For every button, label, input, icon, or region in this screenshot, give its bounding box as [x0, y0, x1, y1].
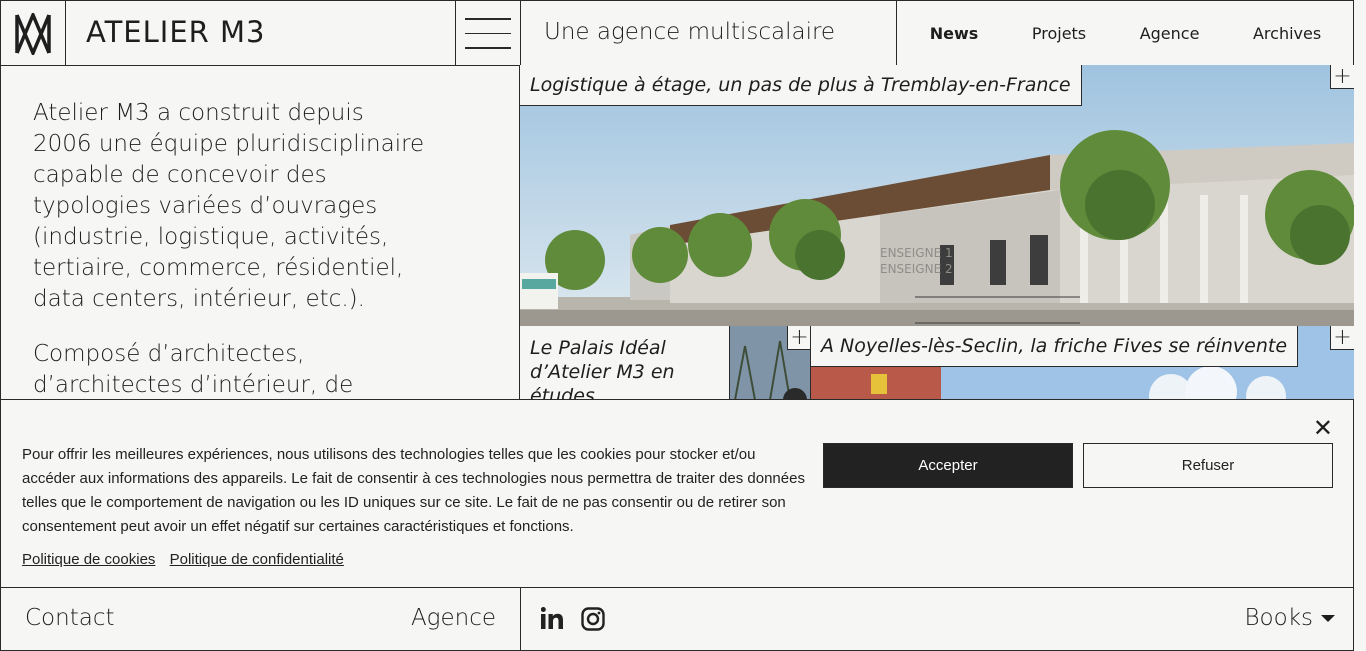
- site-footer: Contact Agence Books: [0, 587, 1354, 651]
- building-sign-1: ENSEIGNE 1: [880, 246, 953, 260]
- logo[interactable]: [1, 1, 66, 66]
- monogram-icon: [15, 12, 51, 55]
- social-links: [541, 607, 605, 631]
- menu-toggle-button[interactable]: [455, 1, 521, 66]
- footer-agence-link[interactable]: Agence: [411, 605, 496, 631]
- close-icon[interactable]: ✕: [1313, 414, 1333, 442]
- site-header: ATELIER M3 Une agence multiscalaire News…: [0, 0, 1354, 66]
- intro-paragraph: Atelier M3 a construit depuis 2006 une é…: [33, 100, 425, 312]
- tagline: Une agence multiscalaire: [544, 19, 836, 45]
- cookie-policy-link[interactable]: Politique de cookies: [22, 551, 155, 568]
- nav-news[interactable]: News: [930, 24, 979, 43]
- burger-line: [465, 32, 511, 35]
- cookie-consent-banner: ✕ Pour offrir les meilleures expériences…: [0, 399, 1354, 588]
- books-label: Books: [1244, 605, 1313, 631]
- news-title[interactable]: Le Palais Idéal d’Atelier M3 en études: [520, 326, 730, 400]
- cookie-text: Pour offrir les meilleures expériences, …: [22, 446, 805, 535]
- burger-line: [465, 18, 511, 20]
- nav-agence[interactable]: Agence: [1140, 24, 1200, 43]
- privacy-policy-link[interactable]: Politique de confidentialité: [170, 551, 344, 568]
- nav-projets[interactable]: Projets: [1032, 24, 1086, 43]
- news-title[interactable]: Logistique à étage, un pas de plus à Tre…: [520, 65, 1082, 106]
- expand-plus-icon[interactable]: +: [1330, 65, 1354, 89]
- cookie-links: Politique de cookies Politique de confid…: [22, 551, 354, 568]
- refuse-button[interactable]: Refuser: [1083, 443, 1333, 488]
- brand-name[interactable]: ATELIER M3: [86, 15, 266, 49]
- main-nav: News Projets Agence Archives: [896, 1, 1354, 66]
- intro-panel: Atelier M3 a construit depuis 2006 une é…: [0, 65, 520, 400]
- instagram-icon[interactable]: [581, 607, 605, 631]
- linkedin-icon[interactable]: [541, 607, 563, 629]
- news-card-palais[interactable]: Le Palais Idéal d’Atelier M3 en études +: [519, 326, 811, 400]
- accept-button[interactable]: Accepter: [823, 443, 1073, 488]
- news-card-noyelles[interactable]: A Noyelles-lès-Seclin, la friche Fives s…: [810, 326, 1354, 400]
- footer-contact-link[interactable]: Contact: [25, 605, 114, 631]
- nav-archives[interactable]: Archives: [1253, 24, 1321, 43]
- caret-down-icon: [1321, 614, 1335, 622]
- expand-plus-icon[interactable]: +: [1330, 326, 1354, 350]
- news-title[interactable]: A Noyelles-lès-Seclin, la friche Fives s…: [811, 326, 1299, 367]
- intro-paragraph: Composé d’architectes, d’architectes d’i…: [33, 341, 354, 398]
- books-dropdown[interactable]: Books: [1244, 605, 1335, 631]
- footer-left: Contact Agence: [1, 588, 521, 651]
- building-sign-2: ENSEIGNE 2: [880, 262, 953, 276]
- burger-line: [465, 47, 511, 49]
- news-card-tremblay[interactable]: ENSEIGNE 1 ENSEIGNE 2 Logistique à étage…: [519, 65, 1354, 327]
- expand-plus-icon[interactable]: +: [787, 326, 811, 350]
